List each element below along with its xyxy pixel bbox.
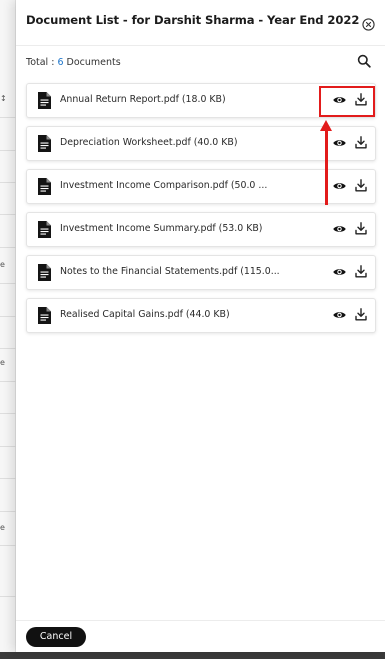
- document-name: Realised Capital Gains.pdf (44.0 KB): [60, 309, 230, 320]
- file-document-icon: [38, 92, 51, 109]
- background-divider: [0, 150, 16, 151]
- drawer-footer: Cancel: [16, 620, 385, 652]
- download-icon[interactable]: [355, 179, 367, 192]
- document-name: Investment Income Summary.pdf (53.0 KB): [60, 223, 263, 234]
- document-item[interactable]: Realised Capital Gains.pdf (44.0 KB): [26, 298, 376, 333]
- background-divider: [0, 511, 16, 512]
- document-list-drawer: Document List - for Darshit Sharma - Yea…: [16, 0, 385, 652]
- search-icon[interactable]: [357, 54, 371, 68]
- background-divider: [0, 247, 16, 248]
- view-eye-icon[interactable]: [333, 267, 346, 277]
- document-name: Notes to the Financial Statements.pdf (1…: [60, 266, 280, 277]
- view-eye-icon[interactable]: [333, 310, 346, 320]
- download-icon[interactable]: [355, 222, 367, 235]
- highlight-box: [319, 86, 375, 117]
- background-text: e: [0, 358, 5, 367]
- sort-icon: ↕: [0, 94, 7, 103]
- file-document-icon: [38, 264, 51, 281]
- view-eye-icon[interactable]: [333, 224, 346, 234]
- background-divider: [0, 214, 16, 215]
- file-document-icon: [38, 307, 51, 324]
- background-divider: [0, 478, 16, 479]
- file-document-icon: [38, 221, 51, 238]
- background-divider: [0, 182, 16, 183]
- document-name: Depreciation Worksheet.pdf (40.0 KB): [60, 137, 238, 148]
- close-icon[interactable]: [362, 18, 375, 31]
- background-text: e: [0, 260, 5, 269]
- background-divider: [0, 381, 16, 382]
- background-text: e: [0, 523, 5, 532]
- download-icon[interactable]: [355, 308, 367, 321]
- document-count: 6: [57, 57, 64, 68]
- document-item[interactable]: Depreciation Worksheet.pdf (40.0 KB): [26, 126, 376, 161]
- document-total: Total : 6 Documents: [26, 57, 121, 68]
- background-footer-strip: [0, 652, 385, 659]
- drawer-title: Document List - for Darshit Sharma - Yea…: [26, 13, 360, 27]
- drawer-header: Document List - for Darshit Sharma - Yea…: [16, 0, 385, 46]
- download-icon[interactable]: [355, 265, 367, 278]
- file-document-icon: [38, 135, 51, 152]
- document-item[interactable]: Investment Income Comparison.pdf (50.0 .…: [26, 169, 376, 204]
- background-divider: [0, 283, 16, 284]
- background-divider: [0, 348, 16, 349]
- background-divider: [0, 117, 16, 118]
- file-document-icon: [38, 178, 51, 195]
- view-eye-icon[interactable]: [333, 138, 346, 148]
- document-name: Investment Income Comparison.pdf (50.0 .…: [60, 180, 268, 191]
- background-divider: [0, 446, 16, 447]
- download-icon[interactable]: [355, 136, 367, 149]
- background-divider: [0, 596, 16, 597]
- view-eye-icon[interactable]: [333, 181, 346, 191]
- annotation-arrow: [325, 129, 328, 205]
- background-divider: [0, 545, 16, 546]
- cancel-button[interactable]: Cancel: [26, 627, 86, 647]
- total-label: Total :: [26, 57, 55, 68]
- background-divider: [0, 413, 16, 414]
- document-item[interactable]: Investment Income Summary.pdf (53.0 KB): [26, 212, 376, 247]
- document-item[interactable]: Notes to the Financial Statements.pdf (1…: [26, 255, 376, 290]
- background-page: ↕ e e e: [0, 0, 16, 659]
- document-name: Annual Return Report.pdf (18.0 KB): [60, 94, 226, 105]
- background-divider: [0, 316, 16, 317]
- document-count-unit: Documents: [66, 57, 121, 68]
